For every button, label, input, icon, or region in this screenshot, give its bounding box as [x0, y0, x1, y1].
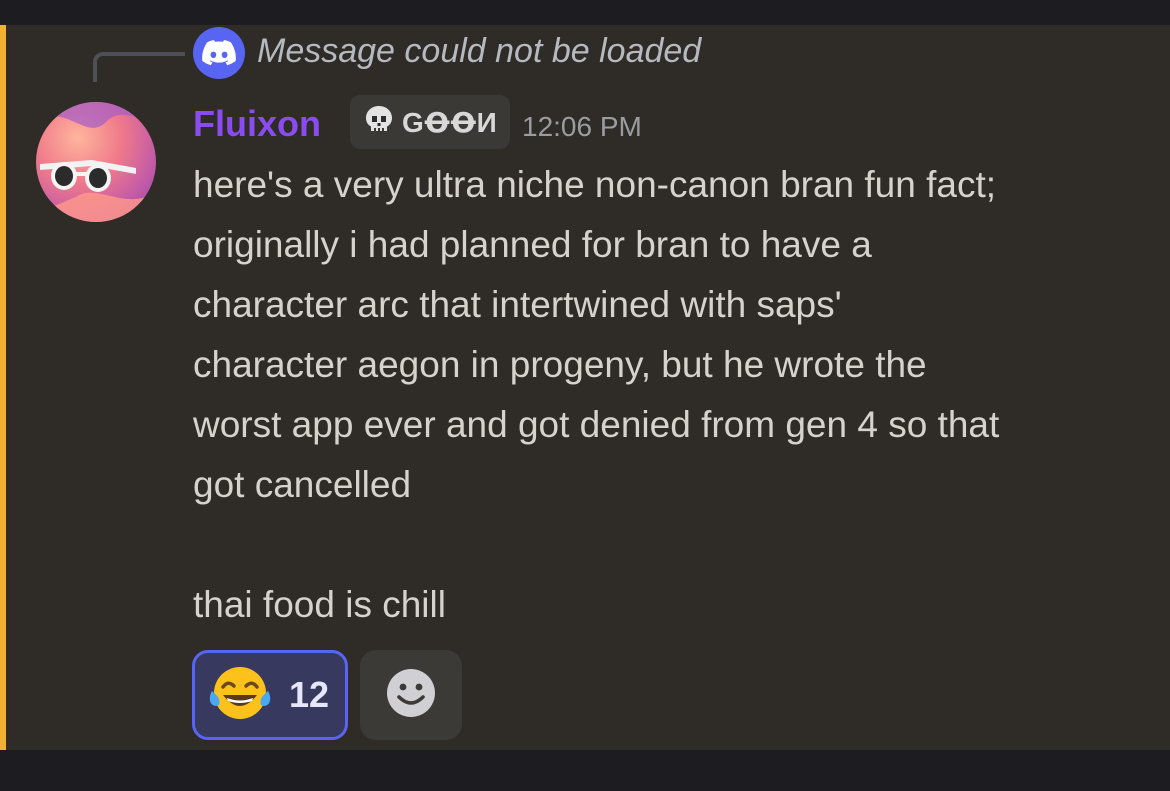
- message-line: thai food is chill: [193, 584, 446, 625]
- skull-icon: [362, 103, 396, 142]
- smiley-icon: [386, 668, 436, 723]
- reply-preview-text[interactable]: Message could not be loaded: [257, 32, 701, 71]
- message-line: character arc that intertwined with saps…: [193, 284, 842, 325]
- reply-spine: [93, 52, 185, 82]
- user-avatar[interactable]: [36, 102, 156, 222]
- bottom-bar: [0, 750, 1170, 791]
- guild-tag-badge[interactable]: GꝊꝊИ: [350, 95, 510, 149]
- message-line: worst app ever and got denied from gen 4…: [193, 404, 1000, 445]
- guild-tag-text: GꝊꝊИ: [402, 106, 498, 138]
- mention-highlight-bar: [0, 25, 6, 750]
- message-line: got cancelled: [193, 464, 412, 505]
- reaction-count: 12: [289, 674, 330, 715]
- add-reaction-button[interactable]: [360, 650, 462, 740]
- message-line: originally i had planned for bran to hav…: [193, 224, 872, 265]
- username[interactable]: Fluixon: [193, 103, 321, 145]
- message-timestamp[interactable]: 12:06 PM: [522, 111, 642, 143]
- top-bar: [0, 0, 1170, 25]
- reaction-joy[interactable]: 12: [192, 650, 348, 740]
- message-container[interactable]: Message could not be loaded Fluixon GꝊꝊИ…: [0, 25, 1170, 750]
- message-line: here's a very ultra niche non-canon bran…: [193, 164, 997, 205]
- message-content: here's a very ultra niche non-canon bran…: [193, 155, 1153, 635]
- message-line: character aegon in progeny, but he wrote…: [193, 344, 927, 385]
- discord-logo-icon[interactable]: [193, 27, 245, 79]
- joy-emoji-icon: [209, 665, 271, 726]
